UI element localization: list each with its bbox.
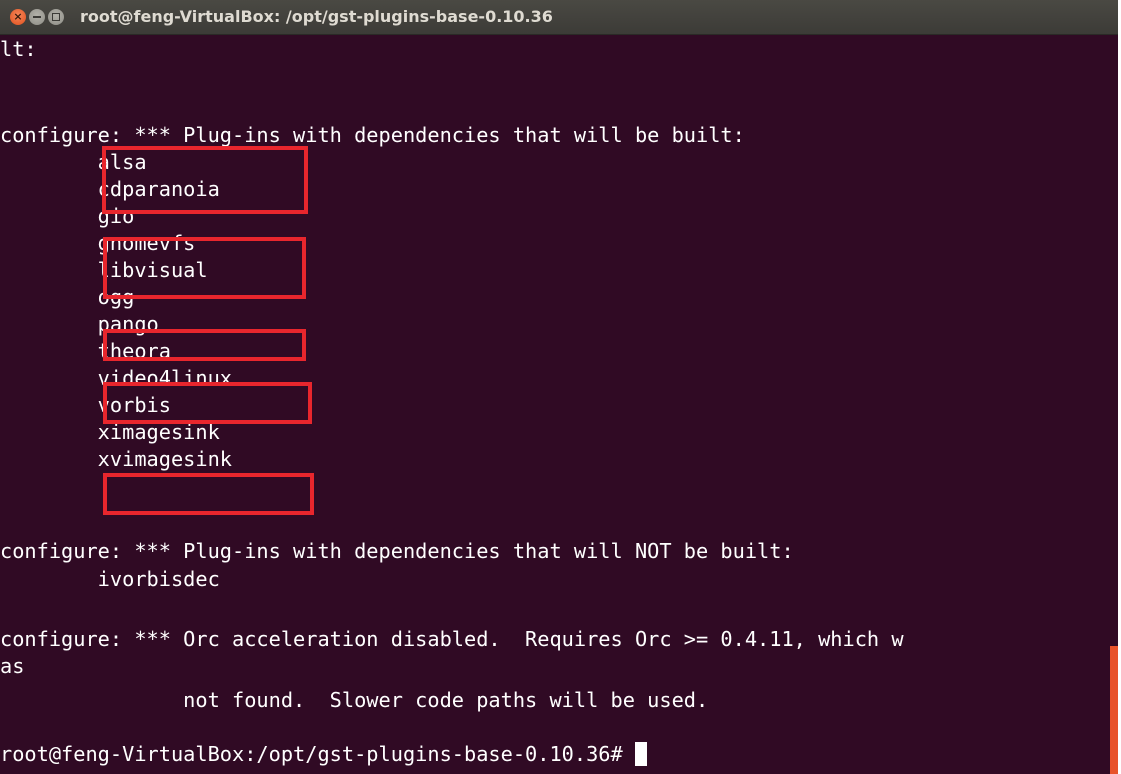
maximize-icon[interactable] — [48, 9, 64, 25]
title-bar[interactable]: × root@feng-VirtualBox: /opt/gst-plugins… — [0, 0, 1118, 35]
highlight-box-alsa-cdparanoia — [102, 146, 308, 214]
terminal-line: ivorbisdec — [0, 567, 220, 591]
terminal-line: configure: *** Plug-ins with dependencie… — [0, 539, 794, 563]
highlight-box-gnomevfs-libvisual — [103, 237, 306, 299]
terminal-line: configure: *** Plug-ins with dependencie… — [0, 123, 745, 147]
minimize-icon[interactable] — [29, 9, 45, 25]
window-title: root@feng-VirtualBox: /opt/gst-plugins-b… — [80, 7, 553, 26]
scrollbar-thumb[interactable] — [1110, 646, 1118, 774]
highlight-box-xvimagesink — [103, 473, 314, 515]
terminal-prompt[interactable]: root@feng-VirtualBox:/opt/gst-plugins-ba… — [0, 741, 647, 767]
terminal-window: × root@feng-VirtualBox: /opt/gst-plugins… — [0, 0, 1118, 774]
text-cursor — [634, 742, 647, 766]
terminal-line: configure: *** Orc acceleration disabled… — [0, 627, 904, 651]
terminal-line: xvimagesink — [0, 447, 232, 471]
highlight-box-video4linux — [103, 382, 312, 424]
terminal-line: not found. Slower code paths will be use… — [0, 688, 709, 712]
terminal-line: lt: — [0, 37, 37, 61]
prompt-text: root@feng-VirtualBox:/opt/gst-plugins-ba… — [0, 742, 635, 766]
close-icon[interactable]: × — [10, 9, 26, 25]
terminal-line: as — [0, 654, 25, 678]
highlight-box-pango — [103, 329, 306, 361]
